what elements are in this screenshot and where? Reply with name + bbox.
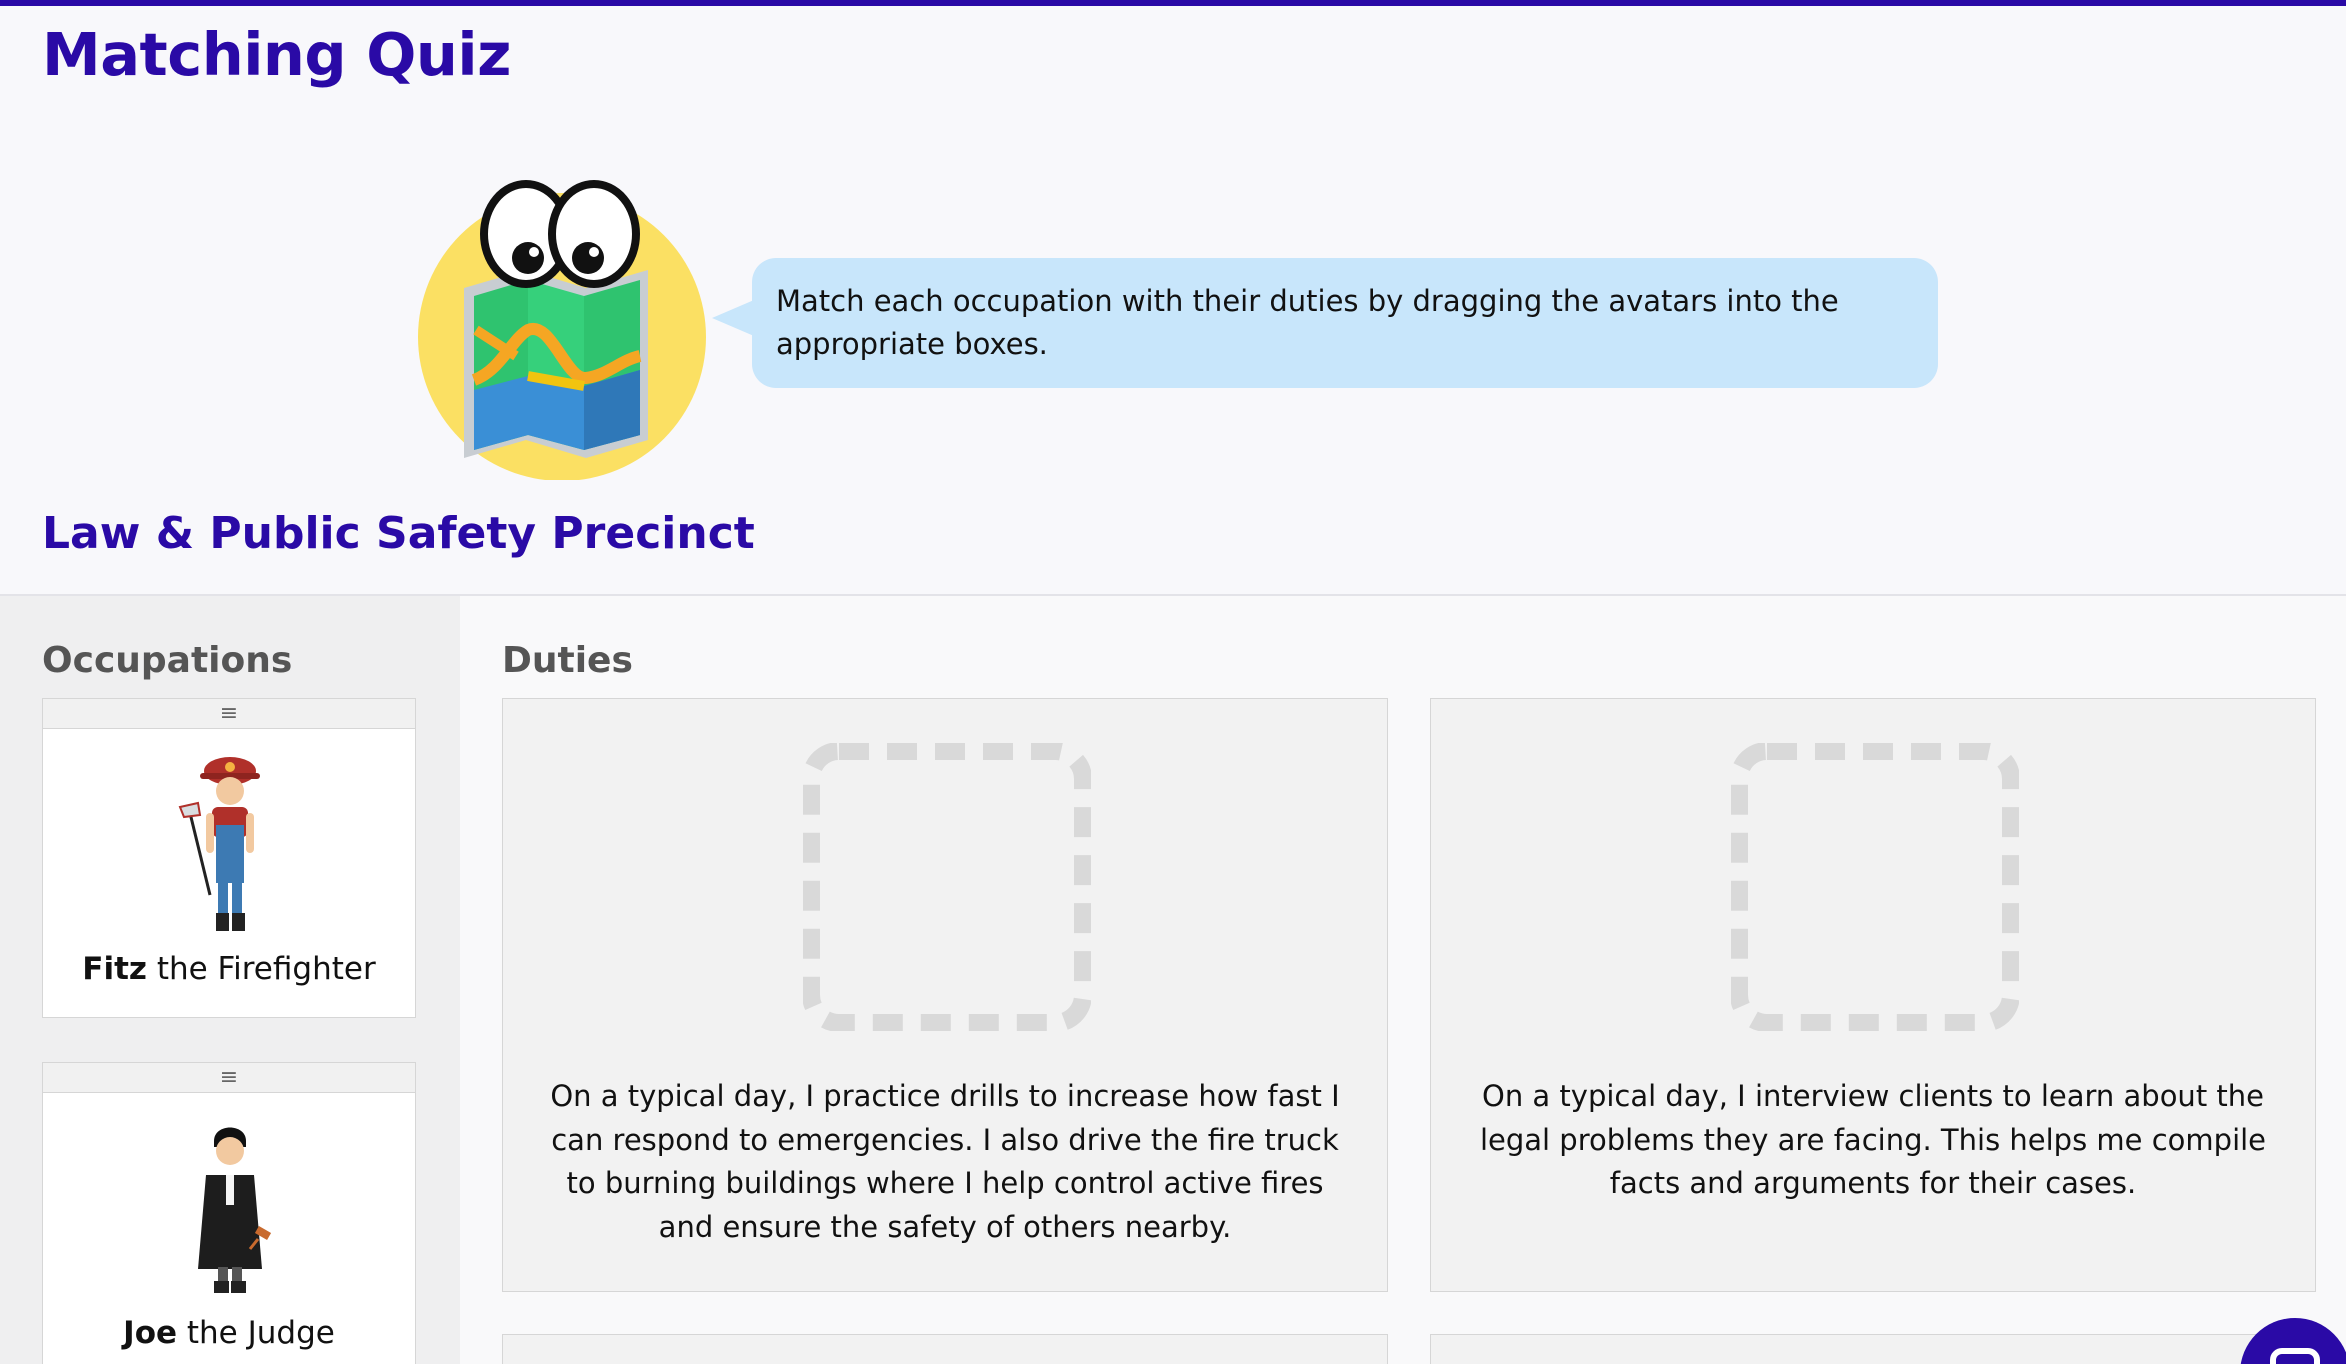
occupation-name: Fitz the Firefighter	[43, 951, 415, 987]
occupation-card-body[interactable]: Joe the Judge	[43, 1093, 415, 1364]
occupation-card-body[interactable]: Fitz the Firefighter	[43, 729, 415, 1019]
duty-description: On a typical day, I practice drills to i…	[550, 1079, 1340, 1244]
occupation-first-name: Joe	[123, 1315, 178, 1351]
instructions-bubble: Match each occupation with their duties …	[752, 258, 1938, 388]
chat-icon	[2270, 1348, 2320, 1364]
occupation-name: Joe the Judge	[43, 1315, 415, 1351]
drop-zone-icon[interactable]	[803, 743, 1091, 1031]
occupation-first-name: Fitz	[82, 951, 147, 987]
speech-bubble-tail	[712, 300, 754, 336]
duties-heading: Duties	[502, 640, 633, 681]
occupation-card-judge[interactable]: ≡ Joe the Judge	[42, 1062, 416, 1364]
map-mascot-icon	[418, 180, 706, 480]
duty-box[interactable]	[1430, 1334, 2316, 1364]
page-title: Matching Quiz	[42, 20, 511, 89]
drag-handle-icon[interactable]: ≡	[43, 1063, 415, 1093]
occupation-role: the Firefighter	[146, 951, 376, 987]
duty-box[interactable]	[502, 1334, 1388, 1364]
duty-description: On a typical day, I interview clients to…	[1479, 1079, 2267, 1200]
occupation-card-firefighter[interactable]: ≡ Fitz the Firefighter	[42, 698, 416, 1018]
occupation-role: the Judge	[177, 1315, 335, 1351]
duty-box[interactable]: On a typical day, I practice drills to i…	[502, 698, 1388, 1292]
occupations-heading: Occupations	[42, 640, 293, 681]
drag-handle-icon[interactable]: ≡	[43, 699, 415, 729]
drop-zone-icon[interactable]	[1731, 743, 2019, 1031]
duty-box[interactable]: On a typical day, I interview clients to…	[1430, 698, 2316, 1292]
firefighter-avatar	[178, 757, 260, 931]
judge-avatar	[198, 1127, 272, 1293]
precinct-title: Law & Public Safety Precinct	[42, 508, 755, 559]
top-accent-bar	[0, 0, 2346, 6]
